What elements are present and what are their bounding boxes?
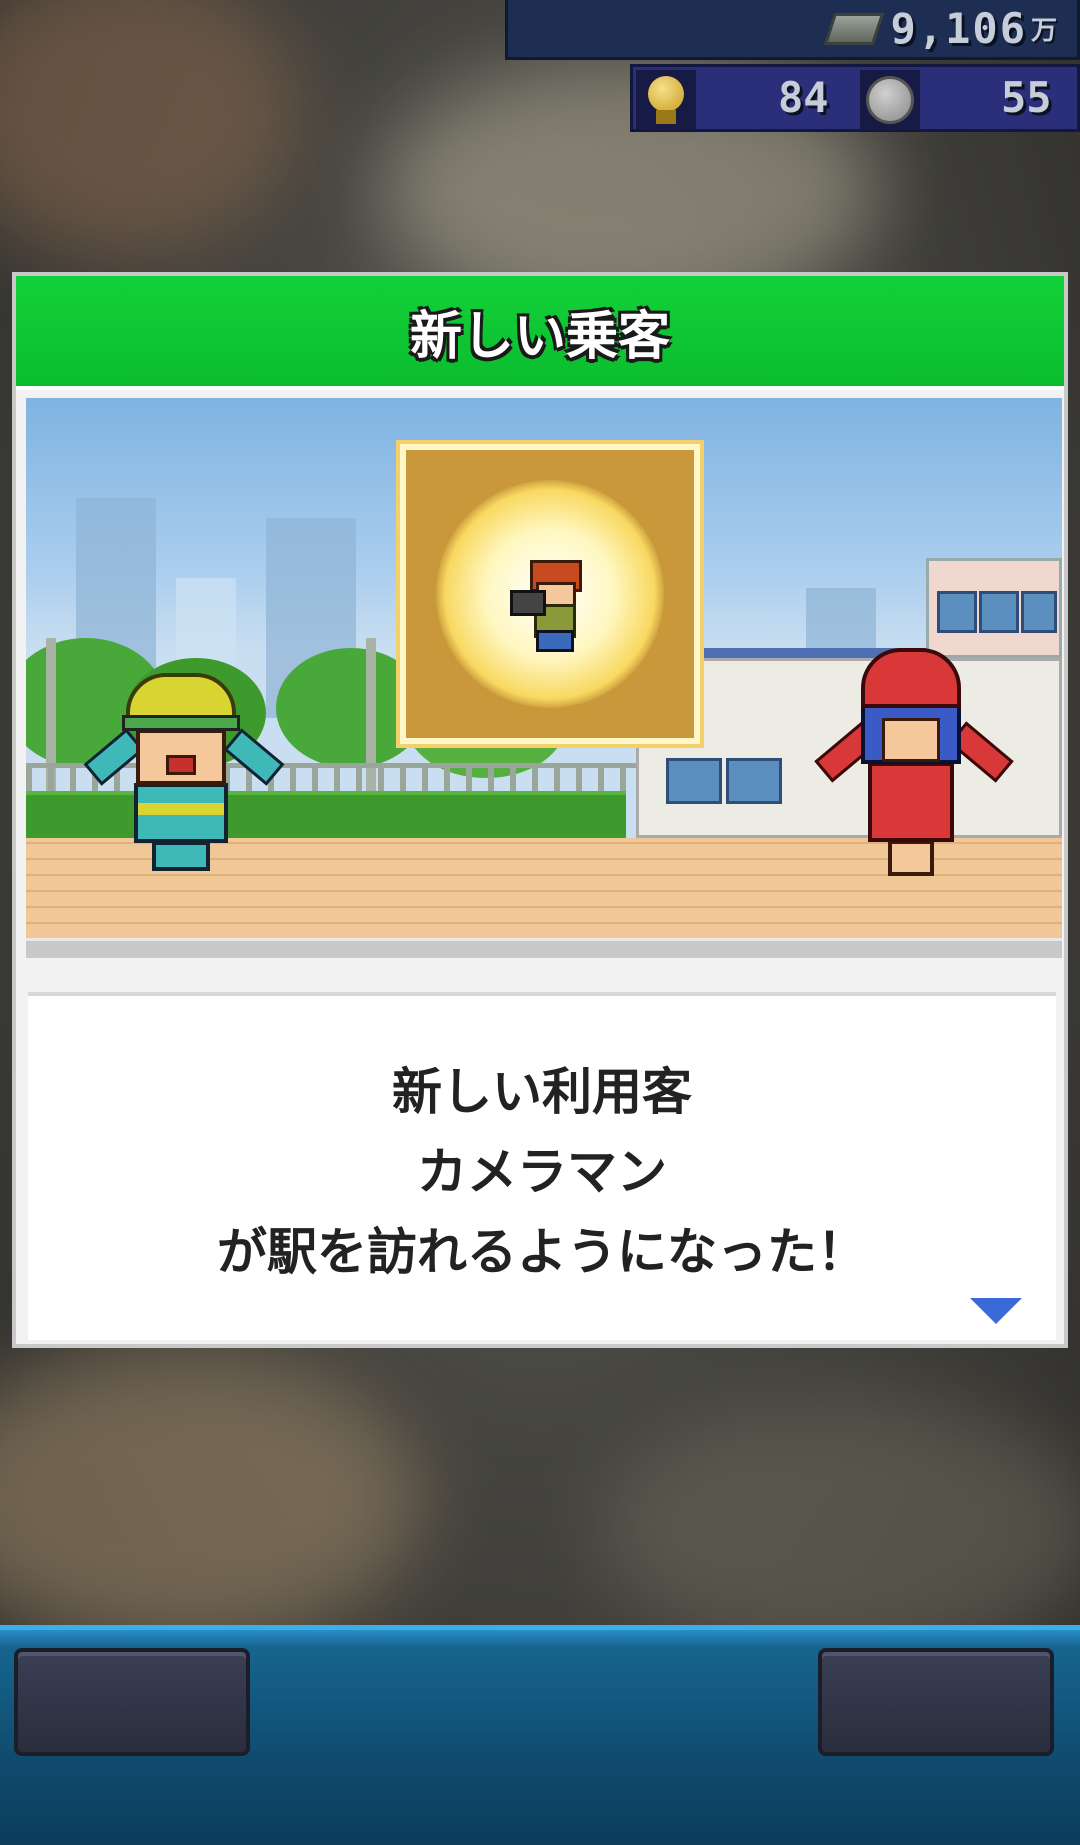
stats-counter: 84 55 bbox=[630, 64, 1080, 132]
idea-points-value: 84 bbox=[778, 73, 829, 122]
new-passenger-dialog[interactable]: 新しい乗客 新しい利用客 カメラマン が駅を訪れるようになった！ bbox=[12, 272, 1068, 1348]
medal-icon bbox=[860, 70, 920, 130]
triangle-down-icon[interactable] bbox=[970, 1298, 1022, 1324]
message-line-3: が駅を訪れるようになった！ bbox=[217, 1223, 867, 1281]
money-value: 9,106 bbox=[890, 4, 1027, 53]
right-menu-button[interactable] bbox=[818, 1648, 1054, 1756]
station-attendant-sprite bbox=[814, 648, 1014, 878]
money-unit: 万 bbox=[1030, 16, 1057, 46]
money-bill-icon bbox=[823, 12, 884, 45]
cheering-kid-sprite bbox=[83, 673, 285, 873]
station-scene bbox=[26, 398, 1062, 958]
message-box[interactable]: 新しい利用客 カメラマン が駅を訪れるようになった！ bbox=[28, 992, 1056, 1340]
medals-value: 55 bbox=[1001, 73, 1052, 122]
lightbulb-icon bbox=[636, 70, 696, 130]
bottom-bar bbox=[0, 1625, 1080, 1845]
dialog-header: 新しい乗客 bbox=[16, 276, 1064, 390]
message-line-1: 新しい利用客 bbox=[392, 1063, 692, 1121]
message-line-2: カメラマン bbox=[417, 1143, 667, 1201]
cameraman-sprite bbox=[510, 560, 590, 652]
dialog-title: 新しい乗客 bbox=[409, 306, 670, 367]
left-menu-button[interactable] bbox=[14, 1648, 250, 1756]
money-counter: 9,106 万 bbox=[505, 0, 1080, 60]
passenger-card bbox=[400, 444, 700, 744]
